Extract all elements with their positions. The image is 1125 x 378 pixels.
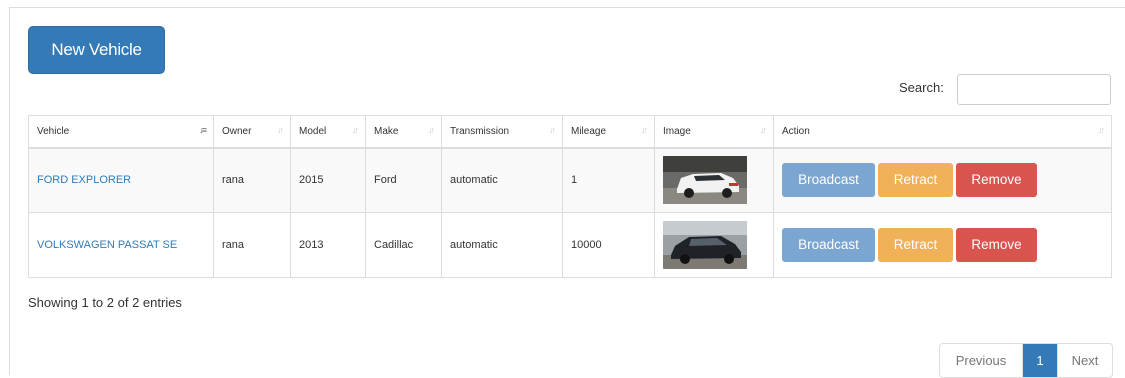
mileage-cell: 1 [562,147,655,213]
vehicle-thumbnail[interactable] [663,156,747,205]
vehicles-table: Vehicle ↓≡ Owner ↓↑ Model ↓↑ Make ↓↑ Transmi… [28,115,1112,278]
column-header-image[interactable]: Image ↓↑ [654,115,774,149]
previous-page-button[interactable]: Previous [940,344,1023,377]
retract-button[interactable]: Retract [878,228,953,262]
sort-ascending-icon: ↓≡ [199,125,207,135]
sort-both-icon: ↓↑ [428,125,435,135]
table-row: VOLKSWAGEN PASSAT SE rana 2013 Cadillac … [28,212,1112,278]
table-row: FORD EXPLORER rana 2015 Ford automatic 1 [28,147,1112,213]
broadcast-button[interactable]: Broadcast [782,163,875,198]
column-header-model[interactable]: Model ↓↑ [290,115,366,149]
column-header-transmission[interactable]: Transmission ↓↑ [441,115,563,149]
broadcast-button[interactable]: Broadcast [782,228,875,262]
model-cell: 2015 [290,147,366,213]
sort-both-icon: ↓↑ [760,125,767,135]
remove-button[interactable]: Remove [956,228,1037,262]
column-header-make[interactable]: Make ↓↑ [365,115,442,149]
new-vehicle-button[interactable]: New Vehicle [28,26,165,74]
column-header-vehicle[interactable]: Vehicle ↓≡ [28,115,214,149]
transmission-cell: automatic [441,147,563,213]
owner-cell: rana [213,212,291,278]
table-info: Showing 1 to 2 of 2 entries [28,295,182,310]
vehicle-link[interactable]: FORD EXPLORER [37,174,131,186]
sort-both-icon: ↓↑ [549,125,556,135]
column-header-owner[interactable]: Owner ↓↑ [213,115,291,149]
table-header-row: Vehicle ↓≡ Owner ↓↑ Model ↓↑ Make ↓↑ Transmi… [28,115,1112,149]
column-header-mileage[interactable]: Mileage ↓↑ [562,115,655,149]
search-input[interactable] [957,74,1111,105]
pagination: Previous 1 Next [939,343,1113,378]
sort-both-icon: ↓↑ [277,125,284,135]
transmission-cell: automatic [441,212,563,278]
owner-cell: rana [213,147,291,213]
mileage-cell: 10000 [562,212,655,278]
vehicle-thumbnail[interactable] [663,221,747,269]
make-cell: Cadillac [365,212,442,278]
next-page-button[interactable]: Next [1058,344,1112,377]
make-cell: Ford [365,147,442,213]
sort-both-icon: ↓↑ [641,125,648,135]
remove-button[interactable]: Remove [956,163,1037,198]
search-label: Search: [899,80,944,95]
sort-both-icon: ↓↑ [1098,125,1105,135]
vehicle-link[interactable]: VOLKSWAGEN PASSAT SE [37,239,177,251]
column-header-action[interactable]: Action ↓↑ [773,115,1112,149]
sort-both-icon: ↓↑ [352,125,359,135]
page-1-button[interactable]: 1 [1023,344,1058,377]
model-cell: 2013 [290,212,366,278]
retract-button[interactable]: Retract [878,163,953,198]
